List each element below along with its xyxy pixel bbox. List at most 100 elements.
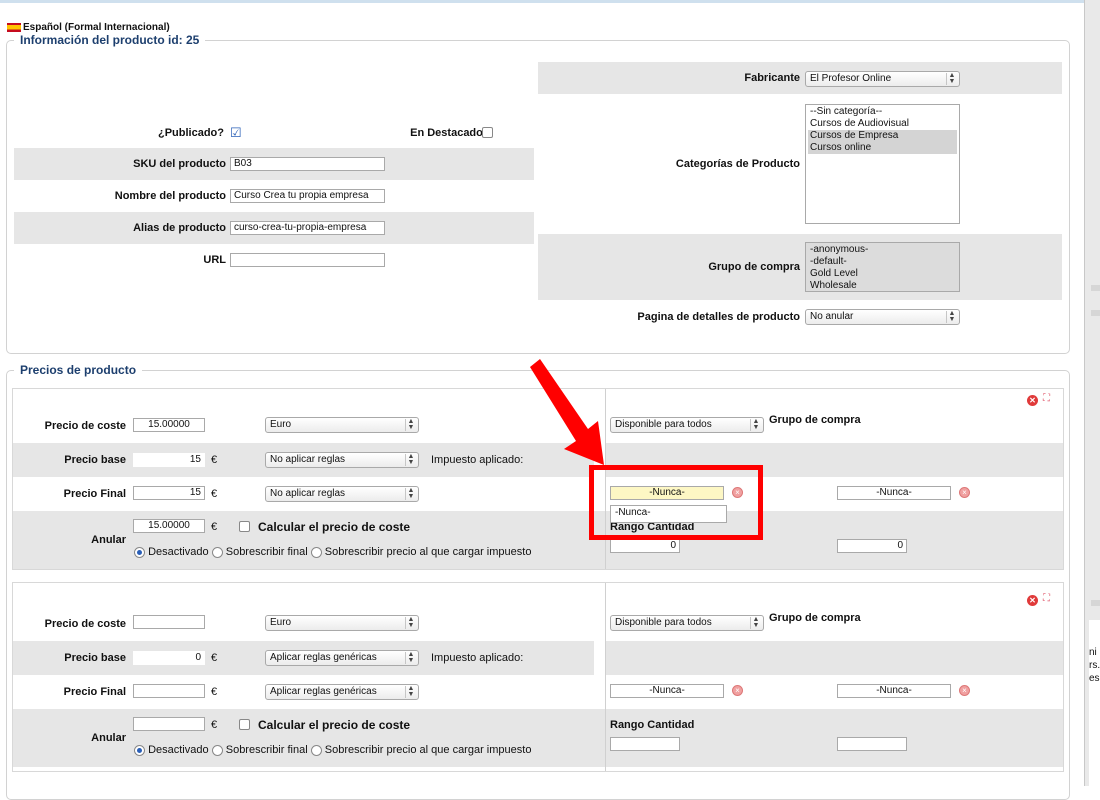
column-divider: [605, 583, 606, 771]
name-input[interactable]: Curso Crea tu propia empresa: [230, 189, 385, 203]
availability-select[interactable]: Disponible para todos ▲ ▼: [610, 417, 764, 433]
radio-overwrite-final[interactable]: [211, 546, 223, 558]
date-to-input[interactable]: -Nunca-: [837, 684, 951, 698]
clear-date-icon[interactable]: ×: [732, 685, 743, 696]
drag-handle-icon[interactable]: ⛶: [1043, 393, 1050, 404]
featured-label: En Destacados: [410, 127, 489, 139]
final-row: Precio Final 15 € No aplicar reglas ▲ ▼ -…: [13, 477, 1063, 511]
select-arrows-icon: ▲ ▼: [405, 487, 416, 500]
radio-disabled[interactable]: [134, 744, 145, 756]
qty-to-input[interactable]: [837, 737, 907, 751]
sku-row: SKU del producto B03: [14, 148, 534, 180]
final-input[interactable]: 15: [133, 486, 205, 500]
radio-disabled[interactable]: [134, 546, 145, 558]
alias-input[interactable]: curso-crea-tu-propia-empresa: [230, 221, 385, 235]
url-label: URL: [203, 254, 226, 266]
override-input[interactable]: 15.00000: [133, 519, 205, 533]
currency-select[interactable]: Euro ▲ ▼: [265, 615, 419, 631]
manufacturer-row: Fabricante El Profesor Online ▲ ▼: [538, 62, 1062, 94]
final-label: Precio Final: [63, 686, 126, 698]
sku-input[interactable]: B03: [230, 157, 385, 171]
euro-symbol: €: [211, 488, 218, 500]
qty-range-label: Rango Cantidad: [610, 719, 695, 731]
base-rule-select[interactable]: No aplicar reglas ▲ ▼: [265, 452, 419, 468]
final-rule-select[interactable]: No aplicar reglas ▲ ▼: [265, 486, 419, 502]
price-block-2: ✕ ⛶ Precio de coste Euro ▲ ▼ Disponible p…: [12, 582, 1064, 772]
prices-legend: Precios de producto: [14, 363, 143, 377]
qty-from-input[interactable]: 0: [610, 539, 680, 553]
drag-handle-icon[interactable]: ⛶: [1043, 593, 1050, 604]
manufacturer-label: Fabricante: [744, 72, 800, 84]
calc-cost-checkbox[interactable]: [239, 719, 250, 730]
alias-row: Alias de producto curso-crea-tu-propia-e…: [14, 212, 534, 244]
details-page-row: Pagina de detalles de producto No anular…: [538, 300, 1062, 334]
manufacturer-select[interactable]: El Profesor Online ▲ ▼: [805, 71, 960, 87]
final-row: Precio Final € Aplicar reglas genéricas …: [13, 675, 1063, 709]
qty-from-input[interactable]: [610, 737, 680, 751]
categories-label: Categorías de Producto: [675, 158, 800, 170]
base-label: Precio base: [64, 454, 126, 466]
override-row: Anular 15.00000 € Calcular el precio de …: [13, 511, 1063, 569]
currency-select[interactable]: Euro ▲ ▼: [265, 417, 419, 433]
select-arrows-icon: ▲ ▼: [946, 72, 957, 85]
shopper-group-list[interactable]: -anonymous- -default- Gold Level Wholesa…: [805, 242, 960, 292]
base-input[interactable]: 15: [133, 453, 205, 467]
cost-input[interactable]: 15.00000: [133, 418, 205, 432]
select-arrows-icon: ▲ ▼: [405, 418, 416, 431]
scrollbar-mark: [1091, 600, 1100, 606]
final-rule-select[interactable]: Aplicar reglas genéricas ▲ ▼: [265, 684, 419, 700]
shopper-group-option[interactable]: Gold Level: [808, 268, 957, 280]
radio-overwrite-tax[interactable]: [310, 744, 322, 756]
select-arrows-icon: ▲ ▼: [405, 616, 416, 629]
published-checkbox[interactable]: ☑: [230, 125, 242, 141]
category-option[interactable]: Cursos de Audiovisual: [808, 118, 957, 130]
radio-overwrite-final[interactable]: [211, 744, 223, 756]
base-rule-value: No aplicar reglas: [270, 454, 346, 465]
category-option[interactable]: --Sin categoría--: [808, 106, 957, 118]
featured-checkbox[interactable]: [482, 127, 493, 138]
select-arrows-icon: ▲ ▼: [750, 616, 761, 629]
override-label: Anular: [91, 732, 126, 744]
cost-row: Precio de coste Euro ▲ ▼ Disponible para …: [13, 607, 1063, 641]
currency-value: Euro: [270, 419, 292, 430]
cost-input[interactable]: [133, 615, 205, 629]
shopper-group-option[interactable]: -anonymous-: [808, 244, 957, 256]
radio-tax-label: Sobrescribir precio al que cargar impues…: [324, 744, 532, 756]
final-input[interactable]: [133, 684, 205, 698]
scrollbar-mark: [1091, 285, 1100, 291]
edge-text: rs.: [1089, 660, 1100, 671]
date-to-input[interactable]: -Nunca-: [837, 486, 951, 500]
name-row: Nombre del producto Curso Crea tu propia…: [14, 180, 534, 212]
qty-to-input[interactable]: 0: [837, 539, 907, 553]
availability-select[interactable]: Disponible para todos ▲ ▼: [610, 615, 764, 631]
calc-cost-label: Calcular el precio de coste: [258, 520, 411, 534]
sku-label: SKU del producto: [133, 158, 226, 170]
remove-price-icon[interactable]: ✕: [1027, 395, 1038, 406]
base-input[interactable]: 0: [133, 651, 205, 665]
date-from-input[interactable]: -Nunca-: [610, 684, 724, 698]
radio-overwrite-tax[interactable]: [310, 546, 322, 558]
edge-text: es: [1089, 673, 1100, 684]
override-input[interactable]: [133, 717, 205, 731]
clear-date-icon[interactable]: ×: [959, 685, 970, 696]
base-rule-value: Aplicar reglas genéricas: [270, 652, 377, 663]
calc-cost-checkbox[interactable]: [239, 521, 250, 532]
clear-date-icon[interactable]: ×: [959, 487, 970, 498]
radio-overwrite-label: Sobrescribir final: [225, 546, 308, 558]
name-label: Nombre del producto: [114, 190, 226, 202]
categories-row: Categorías de Producto --Sin categoría--…: [538, 94, 1062, 234]
euro-symbol: €: [211, 719, 218, 731]
base-rule-select[interactable]: Aplicar reglas genéricas ▲ ▼: [265, 650, 419, 666]
url-input[interactable]: [230, 253, 385, 267]
category-option-selected[interactable]: Cursos online: [808, 142, 957, 154]
red-arrow-icon: [530, 359, 604, 465]
category-option-selected[interactable]: Cursos de Empresa: [808, 130, 957, 142]
details-page-select[interactable]: No anular ▲ ▼: [805, 309, 960, 325]
categories-list[interactable]: --Sin categoría-- Cursos de Audiovisual …: [805, 104, 960, 224]
shopper-group-option[interactable]: Wholesale: [808, 280, 957, 292]
shopper-group-option[interactable]: -default-: [808, 256, 957, 268]
window-top-strip: [0, 0, 1084, 3]
remove-price-icon[interactable]: ✕: [1027, 595, 1038, 606]
euro-symbol: €: [211, 686, 218, 698]
details-page-label: Pagina de detalles de producto: [637, 311, 800, 323]
